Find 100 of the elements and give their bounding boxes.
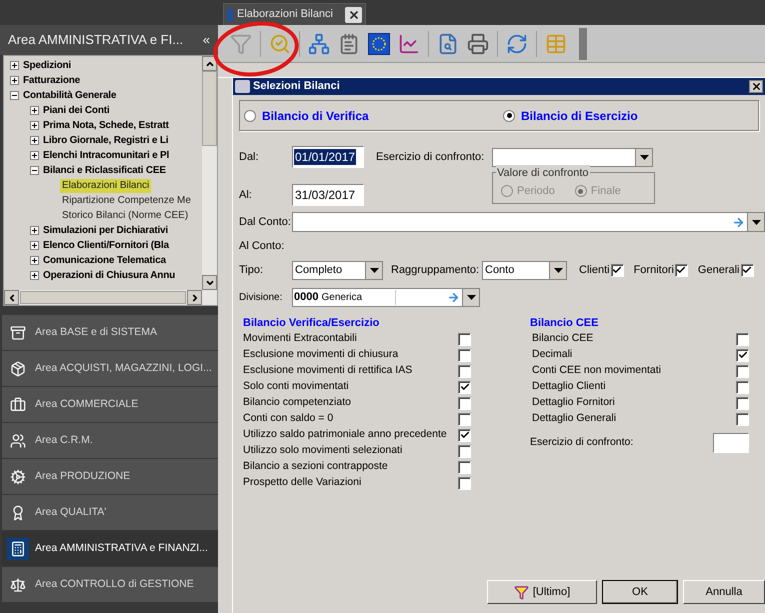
document-tab[interactable]: Elaborazioni Bilanci — [223, 3, 366, 25]
expand-icon[interactable] — [30, 106, 39, 115]
area-menu-item[interactable]: Area PRODUZIONE — [2, 459, 218, 494]
scrollbar-thumb[interactable] — [20, 291, 186, 304]
expand-icon[interactable] — [30, 151, 39, 160]
tree-item[interactable]: Elenchi Intracomunitari e Pl — [43, 148, 170, 162]
radio-label[interactable]: Bilancio di Esercizio — [521, 106, 638, 124]
radio-label[interactable]: Bilancio di Verifica — [262, 106, 369, 124]
scroll-left-button[interactable] — [4, 290, 19, 305]
expand-icon[interactable] — [30, 136, 39, 145]
toolbar-grip[interactable] — [579, 28, 587, 60]
checkbox[interactable] — [458, 428, 471, 442]
close-button[interactable] — [749, 80, 763, 93]
tree-grid-icon[interactable] — [308, 32, 330, 54]
tree-item[interactable]: Elaborazioni Bilanci — [60, 178, 152, 192]
checkbox[interactable] — [458, 348, 471, 362]
chart-icon[interactable] — [398, 32, 420, 54]
dropdown-button[interactable] — [549, 262, 566, 278]
dialog-button[interactable]: [Ultimo] — [487, 580, 597, 604]
tree-item[interactable]: Operazioni di Chiusura Annu — [43, 268, 176, 282]
checkbox[interactable] — [458, 364, 471, 378]
notepad-icon[interactable] — [338, 32, 360, 54]
area-menu-item[interactable]: Area AMMINISTRATIVA e FINANZI... — [2, 531, 218, 566]
scroll-right-button[interactable] — [187, 290, 202, 305]
scroll-down-button[interactable] — [202, 275, 217, 290]
tree-item[interactable]: Comunicazione Telematica — [43, 254, 166, 268]
area-menu-item[interactable]: Area COMMERCIALE — [2, 387, 218, 422]
year-select[interactable] — [492, 148, 653, 166]
tree-item[interactable]: Piani dei Conti — [43, 104, 110, 118]
expand-icon[interactable] — [10, 61, 19, 70]
close-button[interactable] — [345, 6, 362, 22]
expand-icon[interactable] — [30, 271, 39, 280]
area-menu-item[interactable]: Area QUALITA' — [2, 495, 218, 530]
date-field[interactable]: 31/03/2017 — [292, 184, 364, 206]
checkbox[interactable] — [740, 264, 754, 276]
tree-item[interactable]: Prima Nota, Schede, Estratt — [43, 118, 169, 132]
dialog-button[interactable]: Annulla — [683, 580, 765, 604]
dropdown-button[interactable] — [462, 288, 479, 306]
dropdown-button[interactable] — [747, 213, 764, 231]
area-menu-item[interactable]: Area CONTROLLO di GESTIONE — [2, 567, 218, 602]
scroll-up-button[interactable] — [202, 56, 217, 71]
collapse-icon[interactable] — [30, 166, 39, 175]
checkbox[interactable] — [458, 332, 471, 346]
division-field[interactable]: 0000 Generica — [292, 288, 480, 306]
tree-item[interactable]: Storico Bilanci (Norme CEE) — [60, 208, 190, 222]
checkbox[interactable] — [458, 460, 471, 474]
checkbox[interactable] — [458, 444, 471, 458]
checkbox[interactable] — [736, 396, 749, 410]
grouping-select[interactable]: Conto — [482, 260, 567, 280]
checkbox[interactable] — [736, 332, 749, 346]
area-menu-item[interactable]: Area C.R.M. — [2, 423, 218, 458]
tree-item[interactable]: Spedizioni — [23, 58, 72, 72]
tree-item[interactable]: Libro Giornale, Registri e Li — [43, 134, 168, 148]
type-select[interactable]: Completo — [292, 260, 383, 280]
dropdown-button[interactable] — [635, 148, 652, 166]
radio-button[interactable] — [574, 185, 587, 198]
checkbox[interactable] — [458, 380, 471, 394]
tree-item[interactable]: Fatturazione — [23, 74, 80, 88]
tree-item[interactable]: Elenco Clienti/Fornitori (Bla — [43, 238, 169, 252]
dropdown-button[interactable] — [365, 262, 382, 278]
eu-flag-icon[interactable] — [368, 32, 390, 54]
checkbox[interactable] — [736, 380, 749, 394]
horizontal-scrollbar[interactable] — [4, 290, 217, 305]
tree-item[interactable]: Bilanci e Riclassificati CEE — [43, 164, 166, 178]
refresh-icon[interactable] — [506, 32, 528, 54]
expand-icon[interactable] — [30, 241, 39, 250]
expand-icon[interactable] — [30, 256, 39, 265]
printer-icon[interactable] — [467, 32, 489, 54]
dialog-button[interactable]: OK — [602, 580, 678, 604]
checkbox[interactable] — [736, 348, 749, 362]
checkbox[interactable] — [736, 412, 749, 426]
date-field[interactable]: 01/01/2017 — [292, 146, 364, 168]
checkbox[interactable] — [610, 264, 624, 276]
expand-icon[interactable] — [10, 76, 19, 85]
account-field[interactable] — [292, 212, 765, 232]
year-field[interactable] — [713, 433, 749, 453]
tree-item[interactable]: Simulazioni per Dichiarativi — [43, 224, 168, 238]
arrow-icon[interactable] — [732, 216, 745, 228]
area-menu-item[interactable]: Area BASE e di SISTEMA — [2, 315, 218, 350]
collapse-button[interactable]: « — [202, 30, 210, 50]
radio-button[interactable] — [503, 110, 515, 122]
expand-icon[interactable] — [30, 226, 39, 235]
checkbox[interactable] — [458, 412, 471, 426]
tree-item[interactable]: Ripartizione Competenze Me — [60, 194, 193, 208]
vertical-scrollbar[interactable] — [202, 56, 217, 290]
caret-icon — [554, 268, 562, 272]
radio-button[interactable] — [501, 185, 513, 198]
checkbox[interactable] — [674, 264, 688, 276]
arrow-icon[interactable] — [447, 290, 460, 304]
checkbox[interactable] — [458, 476, 471, 490]
scrollbar-thumb[interactable] — [202, 71, 217, 146]
area-menu-item[interactable]: Area ACQUISTI, MAGAZZINI, LOGI... — [2, 351, 218, 386]
collapse-icon[interactable] — [10, 91, 19, 100]
preview-icon[interactable] — [437, 32, 459, 54]
tree-item[interactable]: Contabilità Generale — [23, 88, 116, 102]
checkbox[interactable] — [458, 396, 471, 410]
area-icon — [10, 360, 26, 376]
checkbox[interactable] — [736, 364, 749, 378]
expand-icon[interactable] — [30, 121, 39, 130]
radio-button[interactable] — [244, 110, 256, 122]
